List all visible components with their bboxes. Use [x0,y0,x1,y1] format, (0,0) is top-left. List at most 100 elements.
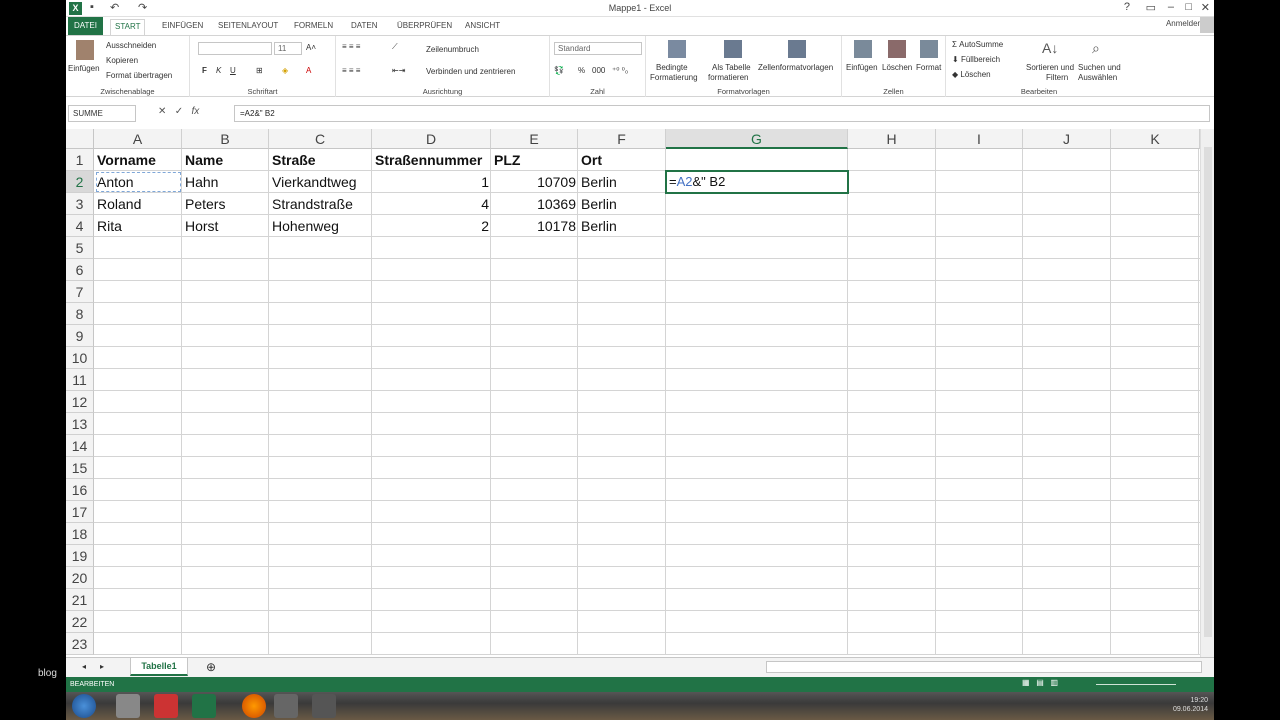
sort-filter-icon[interactable]: A↓ [1042,40,1058,56]
cell-e1[interactable]: PLZ [492,149,578,171]
cell-a4[interactable]: Rita [95,215,182,237]
format-table-line1[interactable]: Als Tabelle [712,63,751,72]
help-icon[interactable]: ? [1124,1,1130,13]
cell-a2[interactable]: Anton [95,171,182,193]
cell-e4[interactable]: 10178 [492,215,578,237]
orientation-icon[interactable]: ⟋ [392,42,398,52]
column-header-k[interactable]: K [1111,129,1200,149]
minimize-icon[interactable]: – [1168,1,1174,13]
percent-button[interactable]: % [578,66,585,75]
sort-filter-line1[interactable]: Sortieren und [1026,63,1074,72]
horizontal-scrollbar[interactable] [766,661,1202,673]
delete-cells-icon[interactable] [888,40,906,58]
column-header-h[interactable]: H [848,129,936,149]
row-header-9[interactable]: 9 [66,325,94,347]
cell-d3[interactable]: 4 [373,193,491,215]
font-color-icon[interactable]: A [306,66,311,75]
column-header-a[interactable]: A [94,129,182,149]
find-select-line2[interactable]: Auswählen [1078,73,1117,82]
tab-view[interactable]: ANSICHT [461,19,504,35]
delete-cells-button[interactable]: Löschen [882,63,912,72]
cell-d2[interactable]: 1 [373,171,491,193]
insert-cells-button[interactable]: Einfügen [846,63,878,72]
cell-f1[interactable]: Ort [579,149,666,171]
cut-button[interactable]: Ausschneiden [106,41,156,50]
worksheet-grid[interactable]: A B C D E F G H I J K 1 2 3 4 5 6 7 8 9 10 11 12 13 1… [66,129,1200,655]
column-header-c[interactable]: C [269,129,372,149]
find-select-icon[interactable]: ⌕ [1092,40,1100,57]
cell-d1[interactable]: Straßennummer [373,149,491,171]
cell-a3[interactable]: Roland [95,193,182,215]
row-header-23[interactable]: 23 [66,633,94,655]
app-icon[interactable] [312,694,336,718]
row-header-20[interactable]: 20 [66,567,94,589]
merge-center-button[interactable]: Verbinden und zentrieren [426,67,515,76]
find-select-line1[interactable]: Suchen und [1078,63,1121,72]
conditional-format-icon[interactable] [668,40,686,58]
column-header-g[interactable]: G [666,129,848,149]
cell-c2[interactable]: Vierkandtweg [270,171,372,193]
row-header-5[interactable]: 5 [66,237,94,259]
sheet-tab-tabelle1[interactable]: Tabelle1 [130,658,188,676]
row-header-21[interactable]: 21 [66,589,94,611]
paste-icon[interactable] [76,40,94,60]
font-name-box[interactable] [198,42,272,55]
row-header-19[interactable]: 19 [66,545,94,567]
start-button-icon[interactable] [72,694,96,718]
row-header-2[interactable]: 2 [66,171,94,193]
grow-font-icon[interactable]: A˄ [306,43,316,52]
format-painter-button[interactable]: Format übertragen [106,71,172,80]
row-header-3[interactable]: 3 [66,193,94,215]
maximize-icon[interactable]: □ [1185,1,1192,13]
cell-e3[interactable]: 10369 [492,193,578,215]
signin-link[interactable]: Anmelden [1166,19,1202,28]
column-header-d[interactable]: D [372,129,491,149]
indent-icon[interactable]: ⇤⇥ [392,66,405,75]
row-header-11[interactable]: 11 [66,369,94,391]
add-sheet-icon[interactable]: ⊕ [206,660,216,674]
sort-filter-line2[interactable]: Filtern [1046,73,1068,82]
excel-taskbar-icon[interactable] [192,694,216,718]
cell-b3[interactable]: Peters [183,193,269,215]
format-cells-button[interactable]: Format [916,63,941,72]
insert-cells-icon[interactable] [854,40,872,58]
format-as-table-icon[interactable] [724,40,742,58]
row-header-17[interactable]: 17 [66,501,94,523]
row-header-14[interactable]: 14 [66,435,94,457]
row-header-10[interactable]: 10 [66,347,94,369]
bold-button[interactable]: F [202,66,207,75]
format-cells-icon[interactable] [920,40,938,58]
tools-icon[interactable] [274,694,298,718]
thousands-button[interactable]: 000 [592,66,605,75]
fill-button[interactable]: ⬇ Füllbereich [952,55,1000,64]
tab-insert[interactable]: EINFÜGEN [158,19,207,35]
clear-button[interactable]: ◆ Löschen [952,70,991,79]
row-header-6[interactable]: 6 [66,259,94,281]
row-header-18[interactable]: 18 [66,523,94,545]
formula-buttons[interactable]: ✕ ✓ fx [158,106,199,117]
cell-b4[interactable]: Horst [183,215,269,237]
scroll-thumb[interactable] [1204,147,1212,637]
copy-button[interactable]: Kopieren [106,56,138,65]
row-header-15[interactable]: 15 [66,457,94,479]
cell-e2[interactable]: 10709 [492,171,578,193]
number-format-box[interactable]: Standard [554,42,642,55]
column-header-i[interactable]: I [936,129,1023,149]
row-header-12[interactable]: 12 [66,391,94,413]
column-header-j[interactable]: J [1023,129,1111,149]
cell-c3[interactable]: Strandstraße [270,193,372,215]
row-header-16[interactable]: 16 [66,479,94,501]
cell-b2[interactable]: Hahn [183,171,269,193]
cell-b1[interactable]: Name [183,149,269,171]
cell-c4[interactable]: Hohenweg [270,215,372,237]
row-header-8[interactable]: 8 [66,303,94,325]
tab-formulas[interactable]: FORMELN [290,19,337,35]
select-all-corner[interactable] [66,129,94,149]
ribbon-options-icon[interactable]: ▭ [1146,1,1156,14]
formula-input[interactable]: =A2&" B2 [234,105,1210,122]
tab-start[interactable]: START [110,19,146,36]
vertical-scrollbar[interactable] [1200,129,1214,659]
close-icon[interactable]: ✕ [1201,1,1210,14]
firefox-icon[interactable] [242,694,266,718]
cell-a1[interactable]: Vorname [95,149,182,171]
